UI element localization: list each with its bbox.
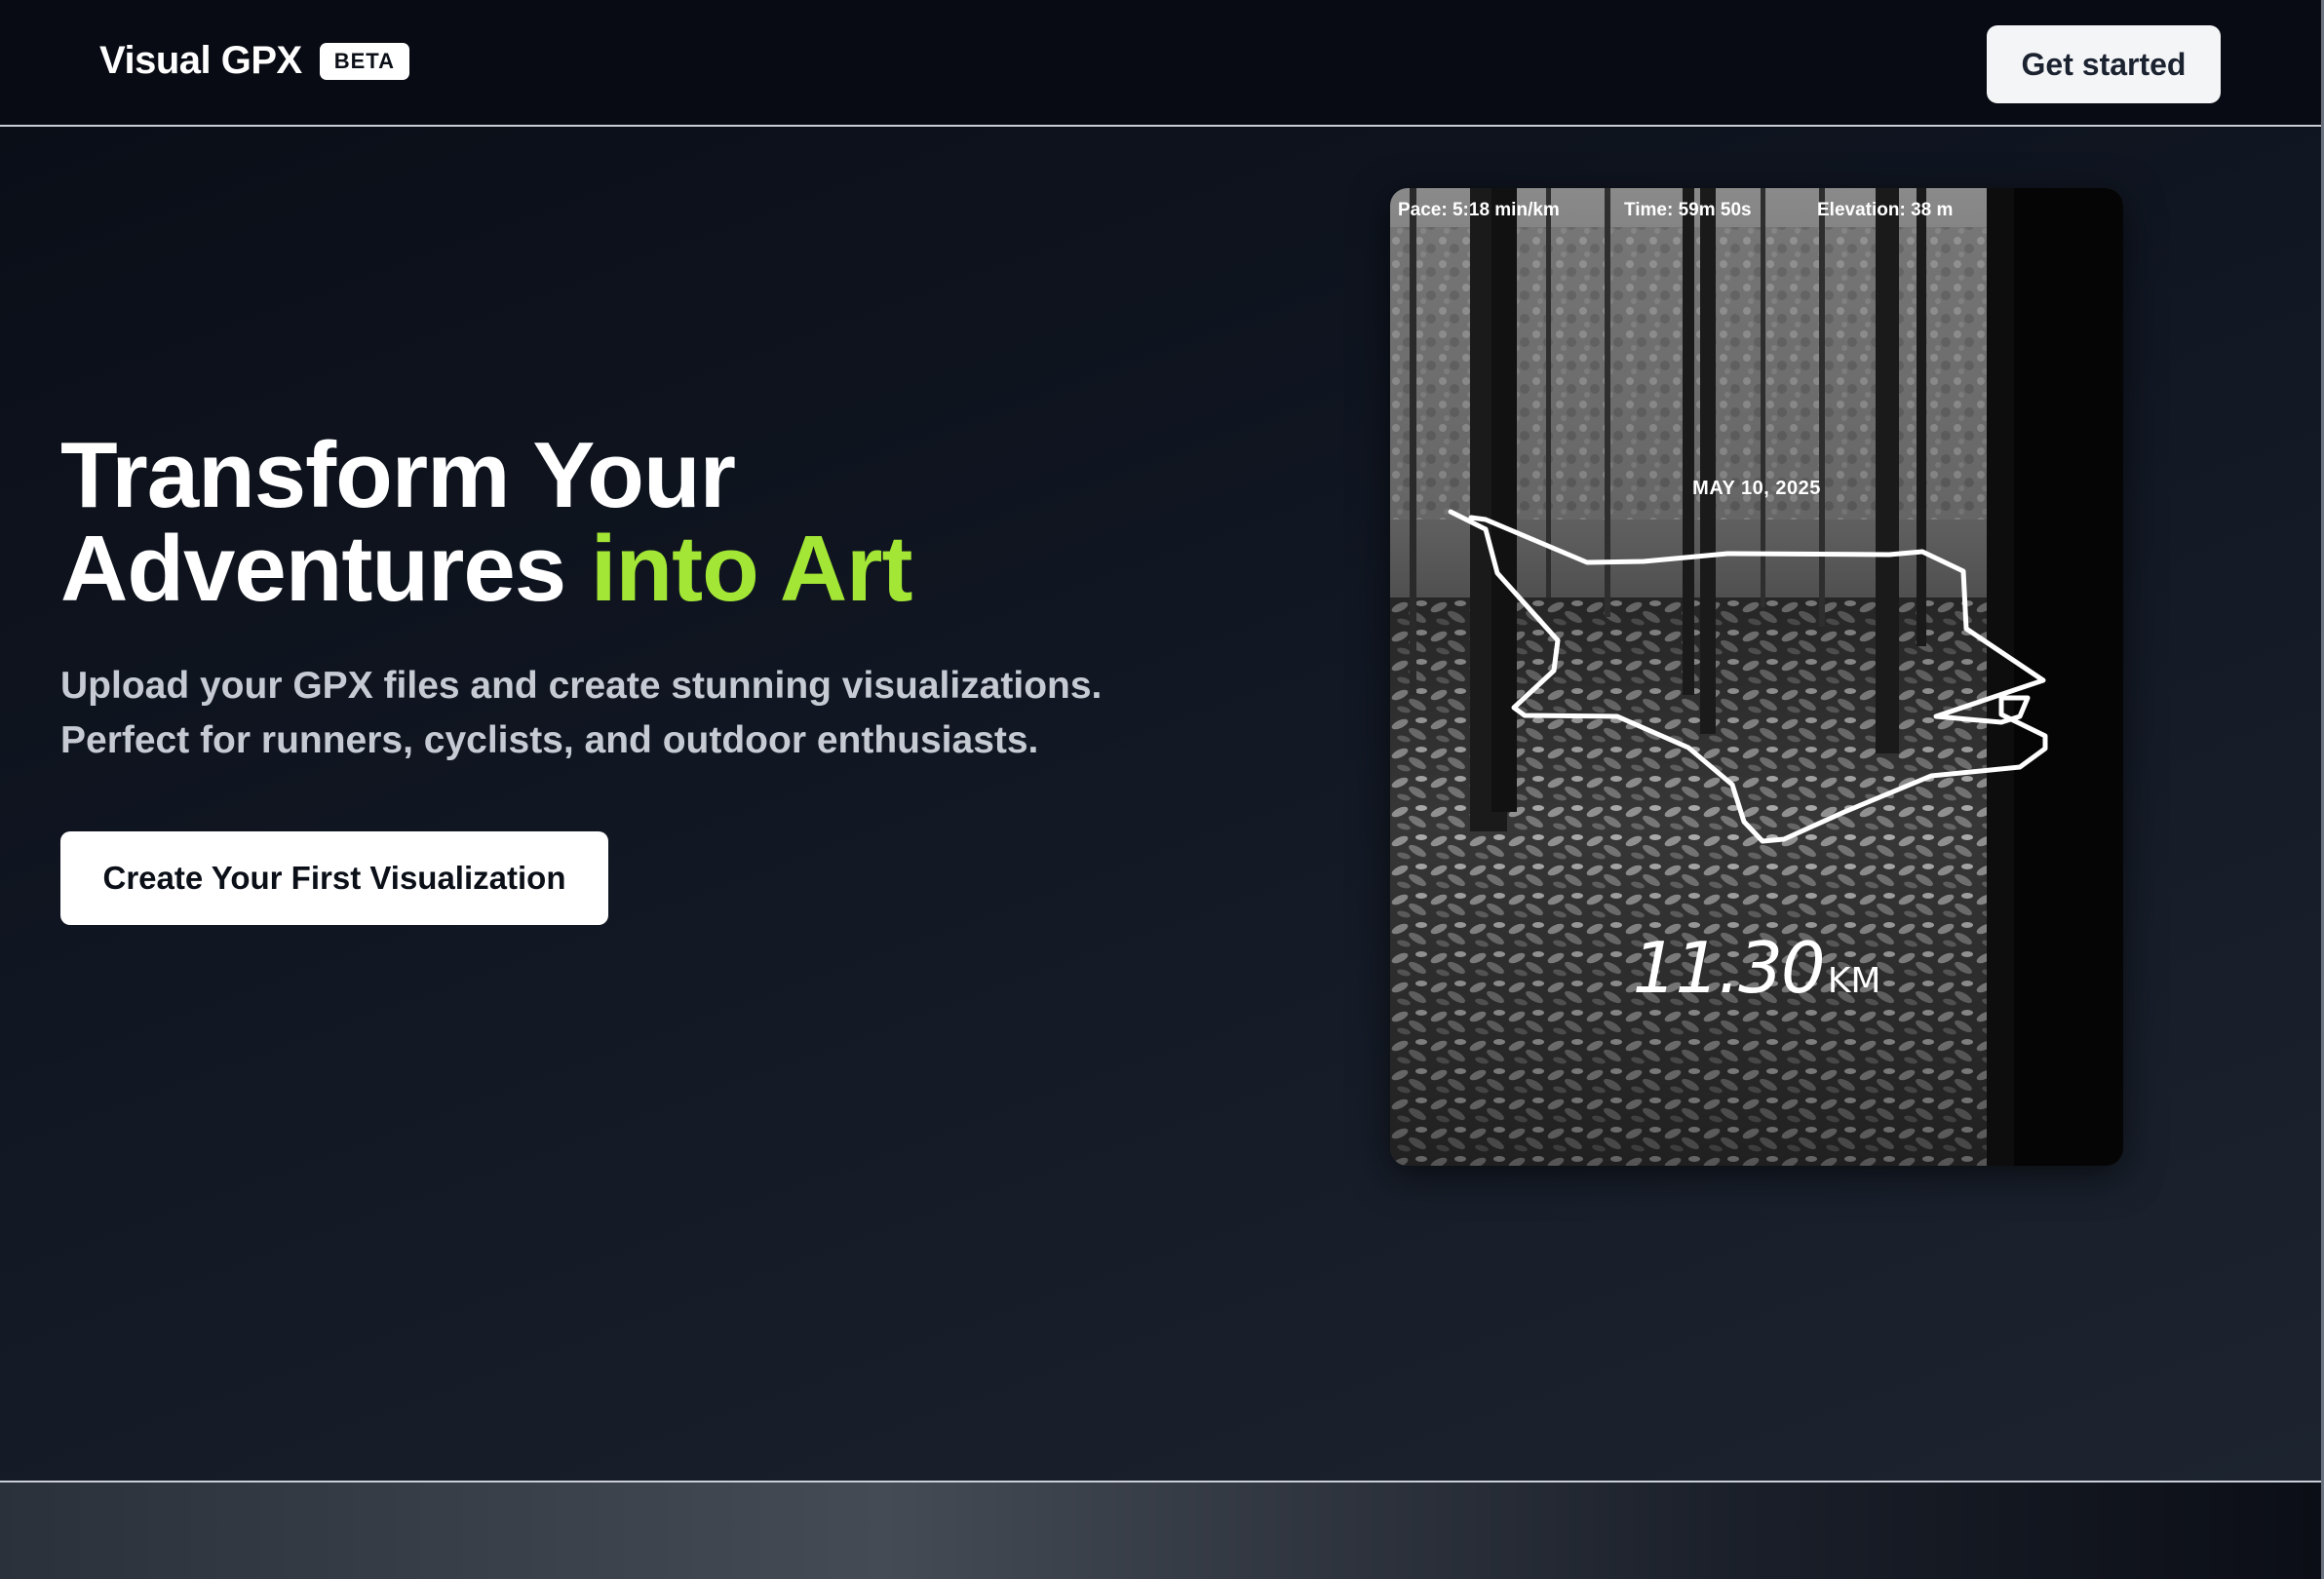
headline-line-2: Adventures into Art <box>60 522 912 616</box>
next-section-strip <box>0 1481 2324 1579</box>
headline-accent: into Art <box>590 517 913 621</box>
elevation-stat: Elevation: 38 m <box>1817 200 1954 220</box>
hero-subtext: Upload your GPX files and create stunnin… <box>60 659 1211 768</box>
visualization-preview-card: Pace: 5:18 min/km Time: 59m 50s Elevatio… <box>1390 188 2123 1166</box>
hero-headline: Transform Your Adventures into Art <box>60 429 912 616</box>
beta-badge: BETA <box>319 42 409 80</box>
pace-stat: Pace: 5:18 min/km <box>1398 200 1560 220</box>
distance-value: 11.30 <box>1632 927 1826 1009</box>
get-started-button[interactable]: Get started <box>1987 25 2221 103</box>
time-stat: Time: 59m 50s <box>1624 200 1752 220</box>
distance-display: 11.30 KM <box>1390 927 2123 1009</box>
activity-date: MAY 10, 2025 <box>1692 478 1821 499</box>
headline-line-1: Transform Your <box>60 423 736 527</box>
create-visualization-button[interactable]: Create Your First Visualization <box>60 831 608 925</box>
headline-line-2-prefix: Adventures <box>60 517 591 621</box>
distance-unit: KM <box>1827 961 1881 1001</box>
subtext-line-1: Upload your GPX files and create stunnin… <box>60 665 1103 707</box>
top-navigation-bar: Visual GPX BETA Get started <box>0 0 2324 127</box>
brand-logo[interactable]: Visual GPX BETA <box>99 39 409 83</box>
forest-photo-background <box>1390 188 2123 1166</box>
brand-name: Visual GPX <box>99 39 302 82</box>
subtext-line-2: Perfect for runners, cyclists, and outdo… <box>60 719 1039 761</box>
